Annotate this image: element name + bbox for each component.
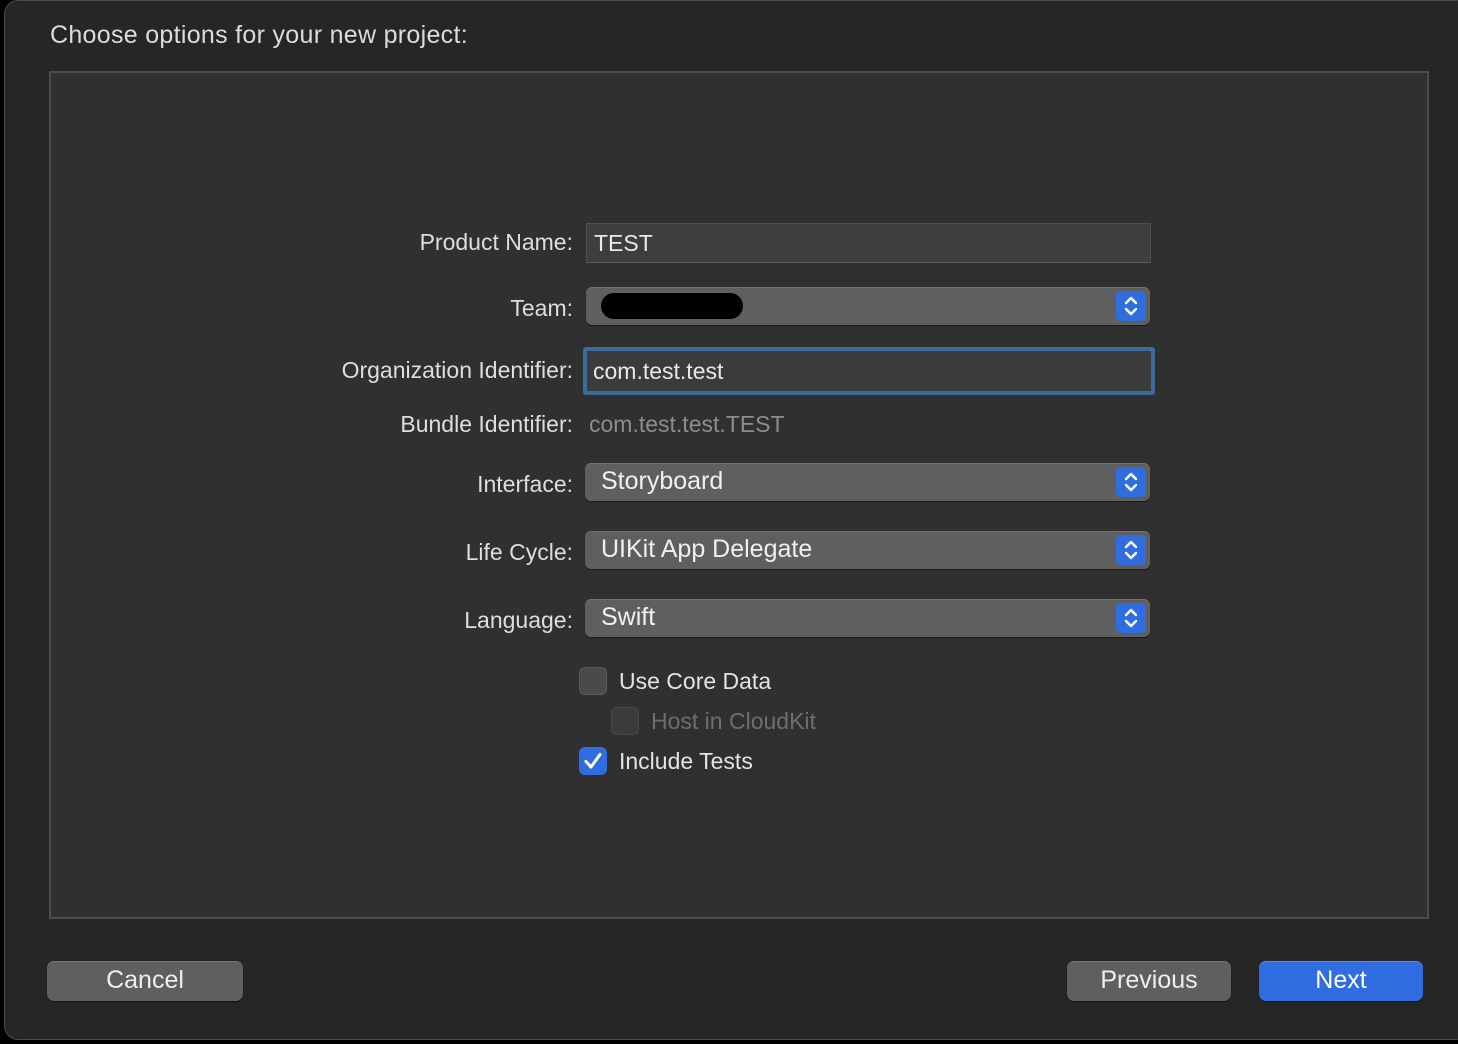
language-popup[interactable]: Swift (585, 599, 1150, 637)
up-down-chevron-icon (1116, 603, 1146, 633)
checkmark-icon (584, 753, 602, 769)
previous-button[interactable]: Previous (1067, 961, 1231, 1001)
product-name-label: Product Name: (419, 229, 573, 255)
life-cycle-value: UIKit App Delegate (601, 535, 813, 563)
include-tests-label[interactable]: Include Tests (619, 748, 753, 775)
host-in-cloudkit-checkbox[interactable] (611, 707, 639, 735)
product-name-field[interactable] (586, 223, 1151, 263)
language-label: Language: (464, 607, 573, 633)
include-tests-checkbox[interactable] (579, 747, 607, 775)
team-value-redacted (601, 293, 743, 319)
use-core-data-checkbox[interactable] (579, 667, 607, 695)
use-core-data-label[interactable]: Use Core Data (619, 668, 771, 695)
dialog-heading: Choose options for your new project: (50, 21, 468, 49)
interface-value: Storyboard (601, 467, 724, 495)
language-value: Swift (601, 603, 656, 631)
host-in-cloudkit-label: Host in CloudKit (651, 708, 816, 734)
life-cycle-label: Life Cycle: (465, 539, 573, 565)
interface-popup[interactable]: Storyboard (585, 463, 1150, 501)
up-down-chevron-icon (1116, 535, 1146, 565)
team-popup[interactable] (586, 287, 1150, 325)
organization-identifier-label: Organization Identifier: (341, 357, 573, 383)
organization-identifier-field[interactable] (583, 347, 1155, 395)
life-cycle-popup[interactable]: UIKit App Delegate (585, 531, 1150, 569)
up-down-chevron-icon (1116, 467, 1146, 497)
team-label: Team: (510, 295, 573, 321)
new-project-dialog: Choose options for your new project: Pro… (4, 0, 1458, 1040)
next-button[interactable]: Next (1259, 961, 1423, 1001)
bundle-identifier-label: Bundle Identifier: (400, 411, 573, 437)
up-down-chevron-icon (1116, 291, 1146, 321)
bundle-identifier-value: com.test.test.TEST (589, 411, 785, 437)
cancel-button[interactable]: Cancel (47, 961, 243, 1001)
interface-label: Interface: (477, 471, 573, 497)
